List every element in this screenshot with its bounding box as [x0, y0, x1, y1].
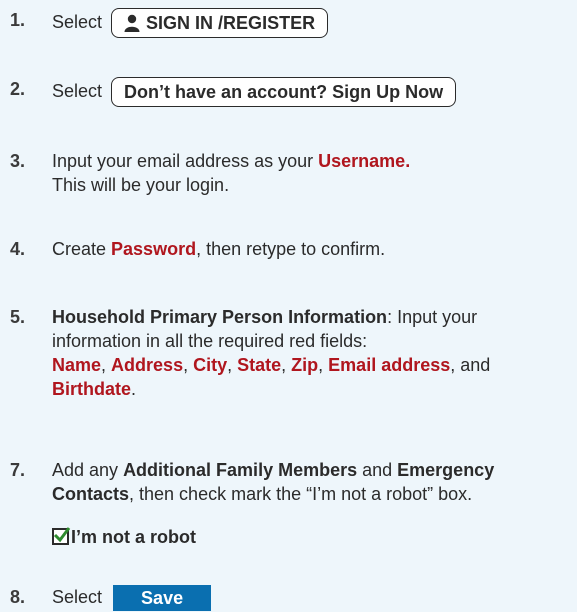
step-3: 3. Input your email address as your User…: [10, 149, 571, 197]
step-text: Create: [52, 239, 112, 259]
household-heading: Household Primary Person Information: [52, 307, 388, 327]
person-icon: [124, 14, 140, 32]
additional-family-members: Additional Family Members: [123, 460, 358, 480]
step-number: 1.: [10, 10, 26, 30]
field-email: Email address: [328, 355, 451, 375]
step-7: 7. Add any Additional Family Members and…: [10, 460, 495, 504]
step-number: 5.: [10, 307, 26, 327]
step-text-tail: , then retype to confirm.: [196, 239, 386, 259]
not-a-robot-row: I’m not a robot: [10, 525, 571, 549]
step-number: 4.: [10, 239, 26, 259]
checkmark-icon: [53, 527, 71, 543]
sign-up-now-label: Don’t have an account? Sign Up Now: [124, 82, 444, 102]
field-zip: Zip: [291, 355, 319, 375]
not-a-robot-label: I’m not a robot: [71, 527, 196, 547]
step-number: 2.: [10, 79, 26, 99]
sign-in-register-label: SIGN IN /REGISTER: [146, 13, 316, 33]
field-city: City: [193, 355, 228, 375]
step-5: 5. Household Primary Person Information:…: [10, 307, 491, 399]
step-number: 8.: [10, 587, 26, 607]
step-prefix: Select: [52, 11, 103, 32]
step-text: Input your email address as your: [52, 151, 319, 171]
password-highlight: Password: [111, 239, 197, 259]
sign-in-register-button[interactable]: SIGN IN /REGISTER: [111, 8, 329, 38]
step-number: 3.: [10, 151, 26, 171]
field-birthdate: Birthdate: [52, 379, 132, 399]
field-name: Name: [52, 355, 102, 375]
step-prefix: Select: [52, 587, 103, 607]
step-prefix: Select: [52, 80, 103, 101]
instructions-page: 1. Select SIGN IN /REGISTER 2. Select Do…: [0, 0, 577, 612]
username-highlight: Username.: [318, 151, 411, 171]
step-8: 8. Select Save: [10, 585, 571, 612]
step-2: 2. Select Don’t have an account? Sign Up…: [10, 77, 571, 107]
field-address: Address: [111, 355, 184, 375]
not-a-robot-checkbox[interactable]: [52, 527, 71, 545]
step-number: 7.: [10, 460, 26, 480]
field-state: State: [237, 355, 282, 375]
step-text-line2: This will be your login.: [52, 175, 230, 195]
step-1: 1. Select SIGN IN /REGISTER: [10, 8, 571, 38]
step-4: 4. Create Password, then retype to confi…: [10, 237, 571, 261]
sign-up-now-button[interactable]: Don’t have an account? Sign Up Now: [111, 77, 457, 107]
save-button[interactable]: Save: [113, 585, 212, 612]
